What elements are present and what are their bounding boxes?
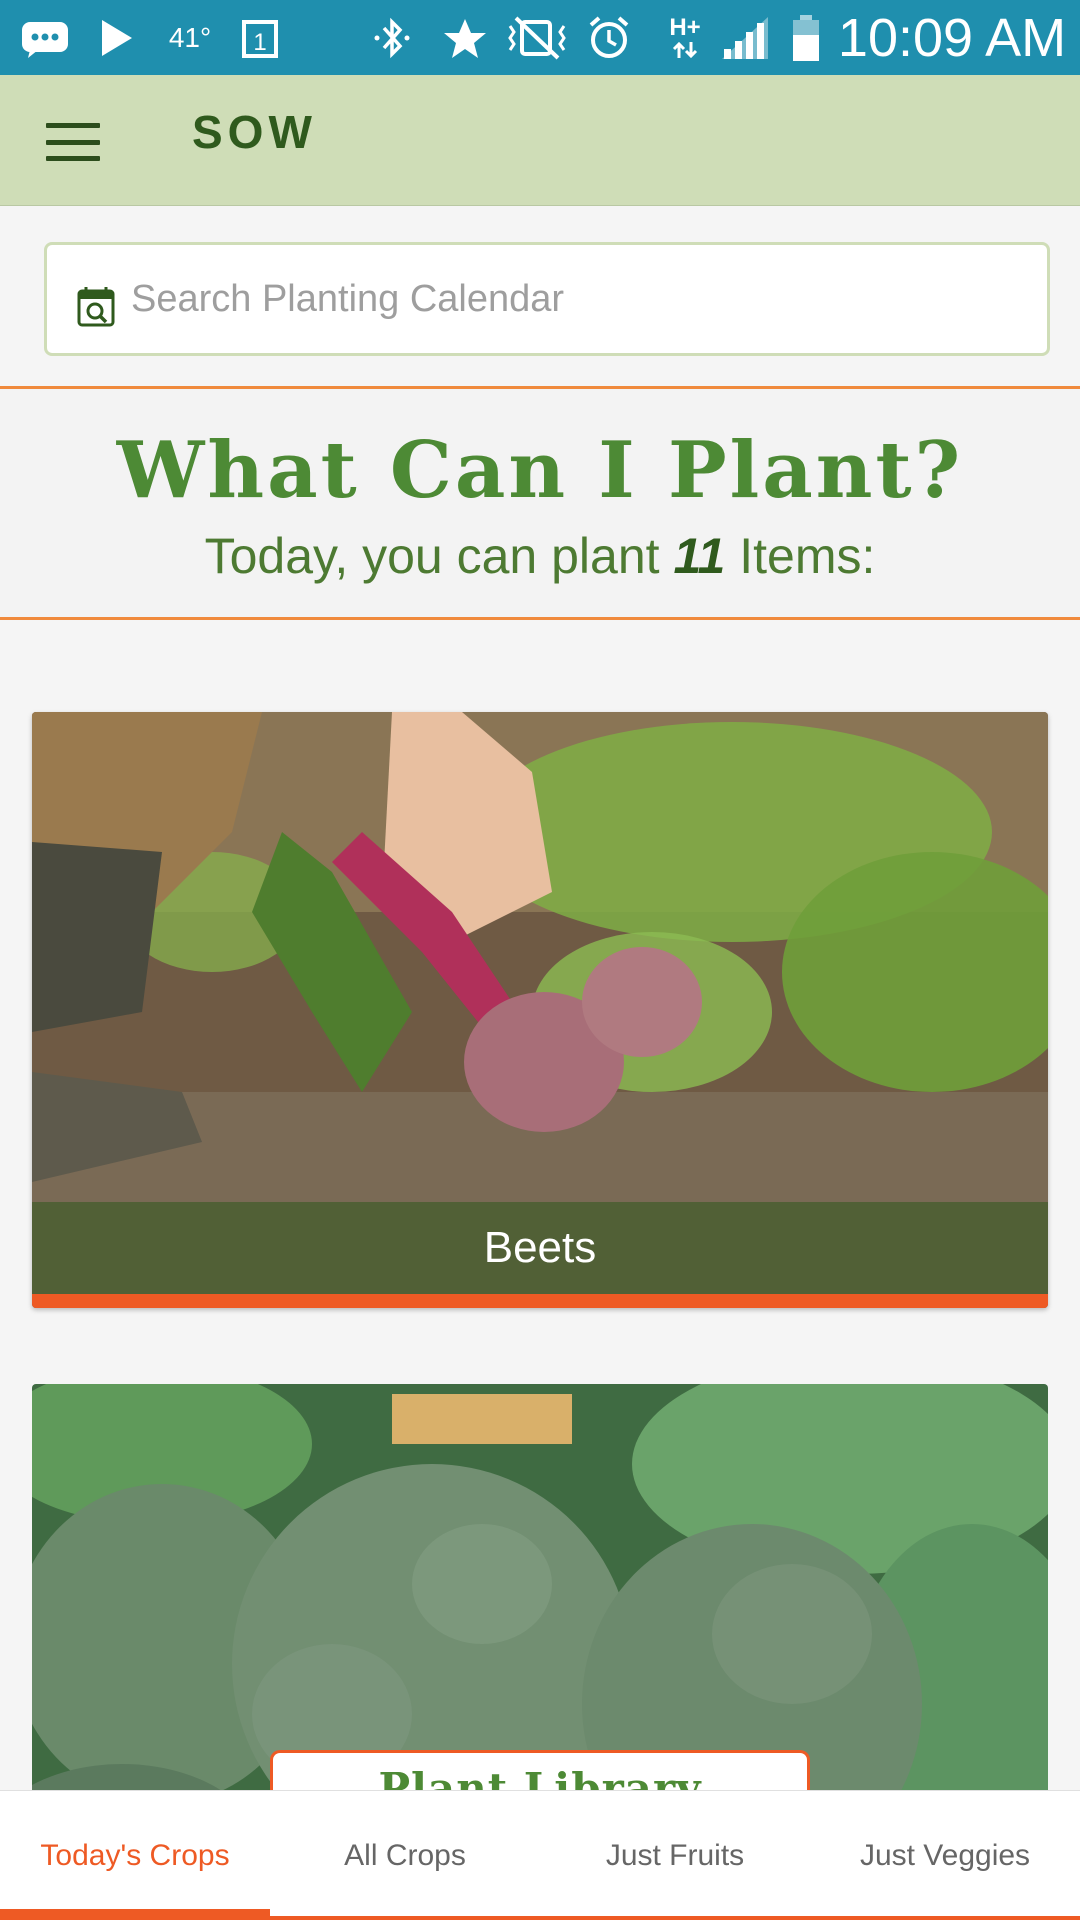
search-placeholder: Search Planting Calendar [131, 277, 565, 320]
bluetooth-icon [368, 0, 416, 75]
play-icon [94, 0, 138, 75]
signal-icon [718, 0, 772, 75]
star-icon [440, 0, 490, 75]
subline-suffix: Items: [725, 528, 876, 584]
crop-card-label: Beets [483, 1223, 597, 1272]
crop-card-label-band: Beets [32, 1202, 1048, 1294]
bottom-nav-accent-line [0, 1916, 1080, 1920]
status-clock: 10:09 AM [837, 7, 1067, 68]
crop-card-beets[interactable]: Beets [32, 712, 1048, 1308]
plant-count: 11 [673, 528, 726, 584]
tab-all-crops[interactable]: All Crops [270, 1791, 540, 1920]
page-headline: What Can I Plant? [116, 425, 964, 516]
svg-text:1: 1 [253, 29, 266, 56]
crop-card-accent-bar [32, 1294, 1048, 1308]
calendar-search-icon [77, 285, 115, 327]
battery-icon [786, 0, 826, 75]
tab-just-veggies[interactable]: Just Veggies [810, 1791, 1080, 1920]
hamburger-menu-icon[interactable] [42, 117, 104, 167]
search-area: Search Planting Calendar [0, 206, 1080, 386]
calendar-icon: 1 [238, 0, 282, 75]
network-data-icon: H+ [662, 0, 708, 75]
alarm-icon [584, 0, 634, 75]
app-bar: SOW [0, 75, 1080, 206]
what-can-i-plant-header: What Can I Plant? Today, you can plant 1… [0, 386, 1080, 620]
subline-prefix: Today, you can plant [204, 528, 674, 584]
bottom-nav: Today's Crops All Crops Just Fruits Just… [0, 1790, 1080, 1920]
plant-count-subline: Today, you can plant 11 Items: [0, 527, 1080, 585]
app-title: SOW [192, 106, 317, 158]
vibrate-mute-icon [502, 0, 572, 75]
temperature-readout: 41° [168, 21, 212, 53]
tab-todays-crops[interactable]: Today's Crops [0, 1791, 270, 1920]
message-icon [18, 0, 72, 75]
search-input[interactable]: Search Planting Calendar [44, 242, 1050, 356]
status-bar: 41° 1 H+ 10:09 AM [0, 0, 1080, 75]
tab-just-fruits[interactable]: Just Fruits [540, 1791, 810, 1920]
network-type-label: H+ [669, 13, 701, 41]
